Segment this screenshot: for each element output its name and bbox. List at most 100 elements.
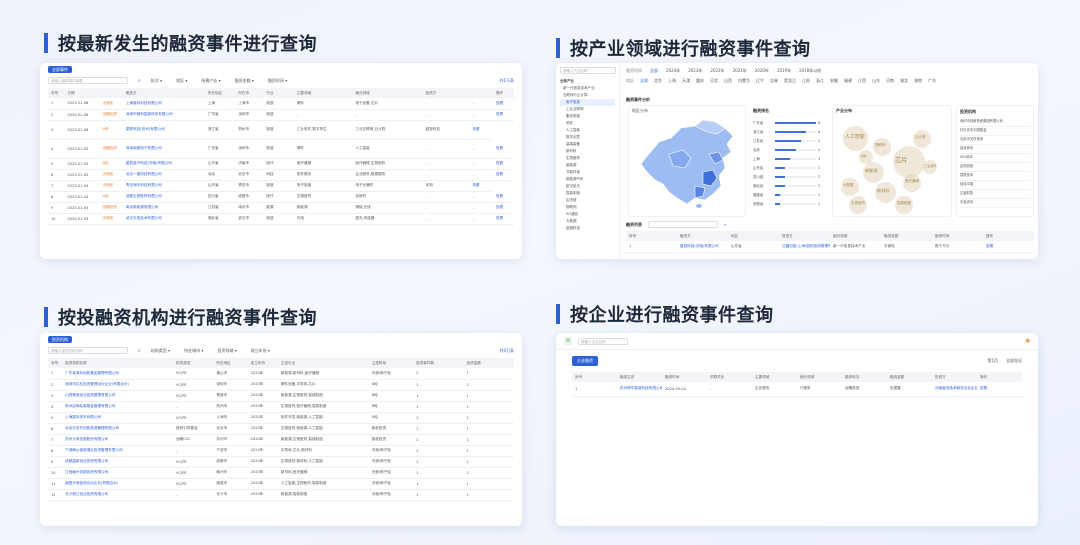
industry-search-input[interactable]: 请输入产业名称 xyxy=(560,67,616,74)
region-filter[interactable]: 山西 xyxy=(724,78,732,84)
table-cell[interactable]: 深圳南棠电子有限公司 xyxy=(122,139,205,159)
sidebar-item[interactable]: 区块链 xyxy=(560,197,615,204)
cloud-word[interactable]: 工业软件 xyxy=(925,164,936,168)
sidebar-item[interactable]: 互联网与云计算 xyxy=(560,92,615,99)
table-cell[interactable]: 成都生物医药有限公司 xyxy=(122,191,205,203)
filter-dropdown[interactable]: 融资时间 ▾ xyxy=(268,78,287,84)
year-filter[interactable]: 2021年 xyxy=(733,68,747,74)
region-filter[interactable]: 江西 xyxy=(858,78,866,84)
investor-item[interactable]: 北京中关村投资 xyxy=(960,136,1030,145)
year-filter[interactable]: 2020年 xyxy=(755,68,769,74)
sidebar-item[interactable]: 生物医药 xyxy=(560,155,615,162)
sidebar-item[interactable]: 数字创意 xyxy=(560,134,615,141)
region-filter[interactable]: 湖南 xyxy=(914,78,922,84)
region-filter[interactable]: 内蒙古 xyxy=(738,78,750,84)
sidebar-item[interactable]: 新能源 xyxy=(560,162,615,169)
sidebar-item[interactable]: 软件 xyxy=(560,120,615,127)
table-cell[interactable]: 成都高新创业投资有限公司 xyxy=(62,456,174,468)
export-icon[interactable]: ▣ xyxy=(1025,338,1030,344)
table-row[interactable]: 7 苏州元禾控股股份有限公司 战略CVC 苏州市 2024年 新能源,生物医药,智能制造股… xyxy=(48,434,514,446)
table-cell[interactable]: 达晨创投(上海)股权投资管理有限公司 xyxy=(779,241,830,253)
table-row[interactable]: 9 成都高新创业投资有限公司 VC/PE 成都市 2024年 生物医药,新材料,人工智能天… xyxy=(48,456,514,468)
cloud-word[interactable]: 新能源 xyxy=(865,168,878,174)
list-search-input[interactable] xyxy=(648,221,718,228)
table-cell[interactable]: 长沙湘江创业投资有限公司 xyxy=(62,489,174,501)
sidebar-item[interactable]: 新一代信息技术产业 xyxy=(560,85,615,92)
search-icon[interactable]: ⌕ xyxy=(138,78,141,84)
company-search-input[interactable]: 请输入企业名称 xyxy=(578,337,628,345)
table-row[interactable]: 11 南昌天使投资合伙企业(有限合伙) VC/PE 南昌市 2024年 人工智能,生物医药… xyxy=(48,478,514,490)
search-icon[interactable]: ⌕ xyxy=(138,348,141,354)
cloud-word[interactable]: 大数据 xyxy=(843,183,854,188)
table-row[interactable]: 1 广东省粤科创新基金管理有限公司 VC/PE 佛山市 2024年 新能源,新材料,医疗器… xyxy=(48,368,514,380)
cloud-word[interactable]: 云计算 xyxy=(915,135,926,140)
search-icon[interactable]: ⌕ xyxy=(724,222,726,227)
table-cell[interactable]: 上海星际资本有限公司 xyxy=(62,412,174,424)
table-cell[interactable]: 查看 xyxy=(977,382,1022,397)
cloud-word[interactable]: 物联网 xyxy=(875,143,886,148)
year-filter[interactable]: 2024年 xyxy=(666,68,680,74)
sidebar-item[interactable]: 新能源汽车 xyxy=(560,176,615,183)
sidebar-item[interactable]: 节能环保 xyxy=(560,169,615,176)
region-filter[interactable]: 福建 xyxy=(844,78,852,84)
investor-item[interactable]: 启明创投 xyxy=(960,163,1030,172)
region-filter[interactable]: 湖北 xyxy=(900,78,908,84)
table-row[interactable]: 9 2023-01-04 战略投资 南京新能源有限公司 江苏省 南京市 能源 新能源 储能,光伏… xyxy=(48,202,514,214)
table-cell[interactable]: 上海星际科技有限公司 xyxy=(122,98,205,110)
year-filter[interactable]: 2018年以前 xyxy=(799,68,821,74)
table-cell[interactable]: 江西赣州创新投资有限公司 xyxy=(62,467,174,479)
investor-item[interactable]: 中金资本 xyxy=(960,199,1030,208)
table-cell[interactable]: 星联科技(杭州)有限公司 xyxy=(122,120,205,140)
year-filter[interactable]: 2023年 xyxy=(688,68,702,74)
table-row[interactable]: 4 2023-01-05 战略投资 深圳南棠电子有限公司 广东省 深圳市 制造 硬件 人工智能 -… xyxy=(48,139,514,159)
region-filter[interactable]: 安徽 xyxy=(830,78,838,84)
cloud-word[interactable]: 储能 xyxy=(861,154,867,158)
table-cell[interactable]: 查看 xyxy=(492,202,514,214)
investor-item[interactable]: 深圳市创新投资集团有限公司 xyxy=(960,118,1030,127)
tab-company-financing[interactable]: 企业融资 xyxy=(572,356,598,366)
region-filter[interactable]: 广东 xyxy=(928,78,936,84)
region-filter[interactable]: 重庆 xyxy=(696,78,704,84)
sidebar-item[interactable]: 航空航天 xyxy=(560,183,615,190)
investor-item[interactable]: IDG资本 xyxy=(960,154,1030,163)
table-cell[interactable]: 查看 xyxy=(492,213,514,225)
tab-all-events[interactable]: 全部事件 xyxy=(48,66,72,73)
sidebar-item[interactable]: 金融科技 xyxy=(560,225,615,232)
investor-item[interactable]: 高瓴资本 xyxy=(960,145,1030,154)
table-cell[interactable]: 北京中关村创新投资管理有限公司 xyxy=(62,423,174,435)
sidebar-item[interactable]: 人工智能 xyxy=(560,127,615,134)
sidebar-item[interactable]: 智能制造 xyxy=(560,190,615,197)
table-cell[interactable]: 查看 xyxy=(469,180,493,192)
cloud-word[interactable]: 医疗器械 xyxy=(905,179,919,184)
cloud-word[interactable]: 智能制造 xyxy=(897,201,911,206)
table-cell[interactable]: 查看 xyxy=(983,241,1034,253)
table-cell[interactable]: 查看 xyxy=(492,158,514,170)
search-input[interactable]: 请输入融资事件标题 xyxy=(48,77,128,84)
table-cell[interactable]: 深圳市微科智能科技有限公司 xyxy=(122,109,205,121)
table-row[interactable]: 6 北京中关村创新投资管理有限公司 政府引导基金 北京市 2024年 生物医药,新能源,人… xyxy=(48,423,514,435)
table-cell[interactable]: 苏州元禾控股股份有限公司 xyxy=(62,434,174,446)
filter-dropdown[interactable]: 机构类型 ▾ xyxy=(151,348,170,354)
table-row[interactable]: 8 宁波梅山保税港区投资管理有限公司 - 宁波市 2024年 半导体,芯片,新材料 天使/种… xyxy=(48,445,514,457)
filter-dropdown[interactable]: 投资领域 ▾ xyxy=(217,348,236,354)
cloud-word[interactable]: 芯片 xyxy=(895,155,908,164)
sidebar-item[interactable]: 工业互联网 xyxy=(560,106,615,113)
table-row[interactable]: 8 2023-01-04 A轮 成都生物医药有限公司 四川省 成都市 医疗 生物医药 创新药 - -… xyxy=(48,191,514,203)
region-filter[interactable]: 江苏 xyxy=(802,78,810,84)
sidebar-item[interactable]: 物联网 xyxy=(560,204,615,211)
table-row[interactable]: 10 江西赣州创新投资有限公司 VC/PE 赣州市 2024年 新材料,医疗器械 天使/种子… xyxy=(48,467,514,479)
table-cell[interactable]: 青岛海天科技有限公司 xyxy=(122,180,205,192)
sidebar-item[interactable]: 电子信息 xyxy=(560,99,615,106)
table-cell[interactable]: 深圳市红杉投资管理合伙企业(有限合伙) xyxy=(62,379,174,391)
table-cell[interactable]: 查看 xyxy=(492,109,514,121)
region-filter[interactable]: 浙江 xyxy=(816,78,824,84)
cloud-word[interactable]: 新材料 xyxy=(877,188,890,194)
table-cell[interactable]: 星辰医疗科技(济南)有限公司 xyxy=(122,158,205,170)
cloud-word[interactable]: 人工智能 xyxy=(845,133,865,140)
export-all-button[interactable]: 全部导出 xyxy=(1006,358,1022,364)
investor-item[interactable]: 达晨财智 xyxy=(960,190,1030,199)
table-cell[interactable]: 查看 xyxy=(492,169,514,181)
region-filter[interactable]: 全部 xyxy=(640,78,648,84)
region-filter[interactable]: 河南 xyxy=(886,78,894,84)
table-cell[interactable]: 南昌天使投资合伙企业(有限合伙) xyxy=(62,478,174,490)
